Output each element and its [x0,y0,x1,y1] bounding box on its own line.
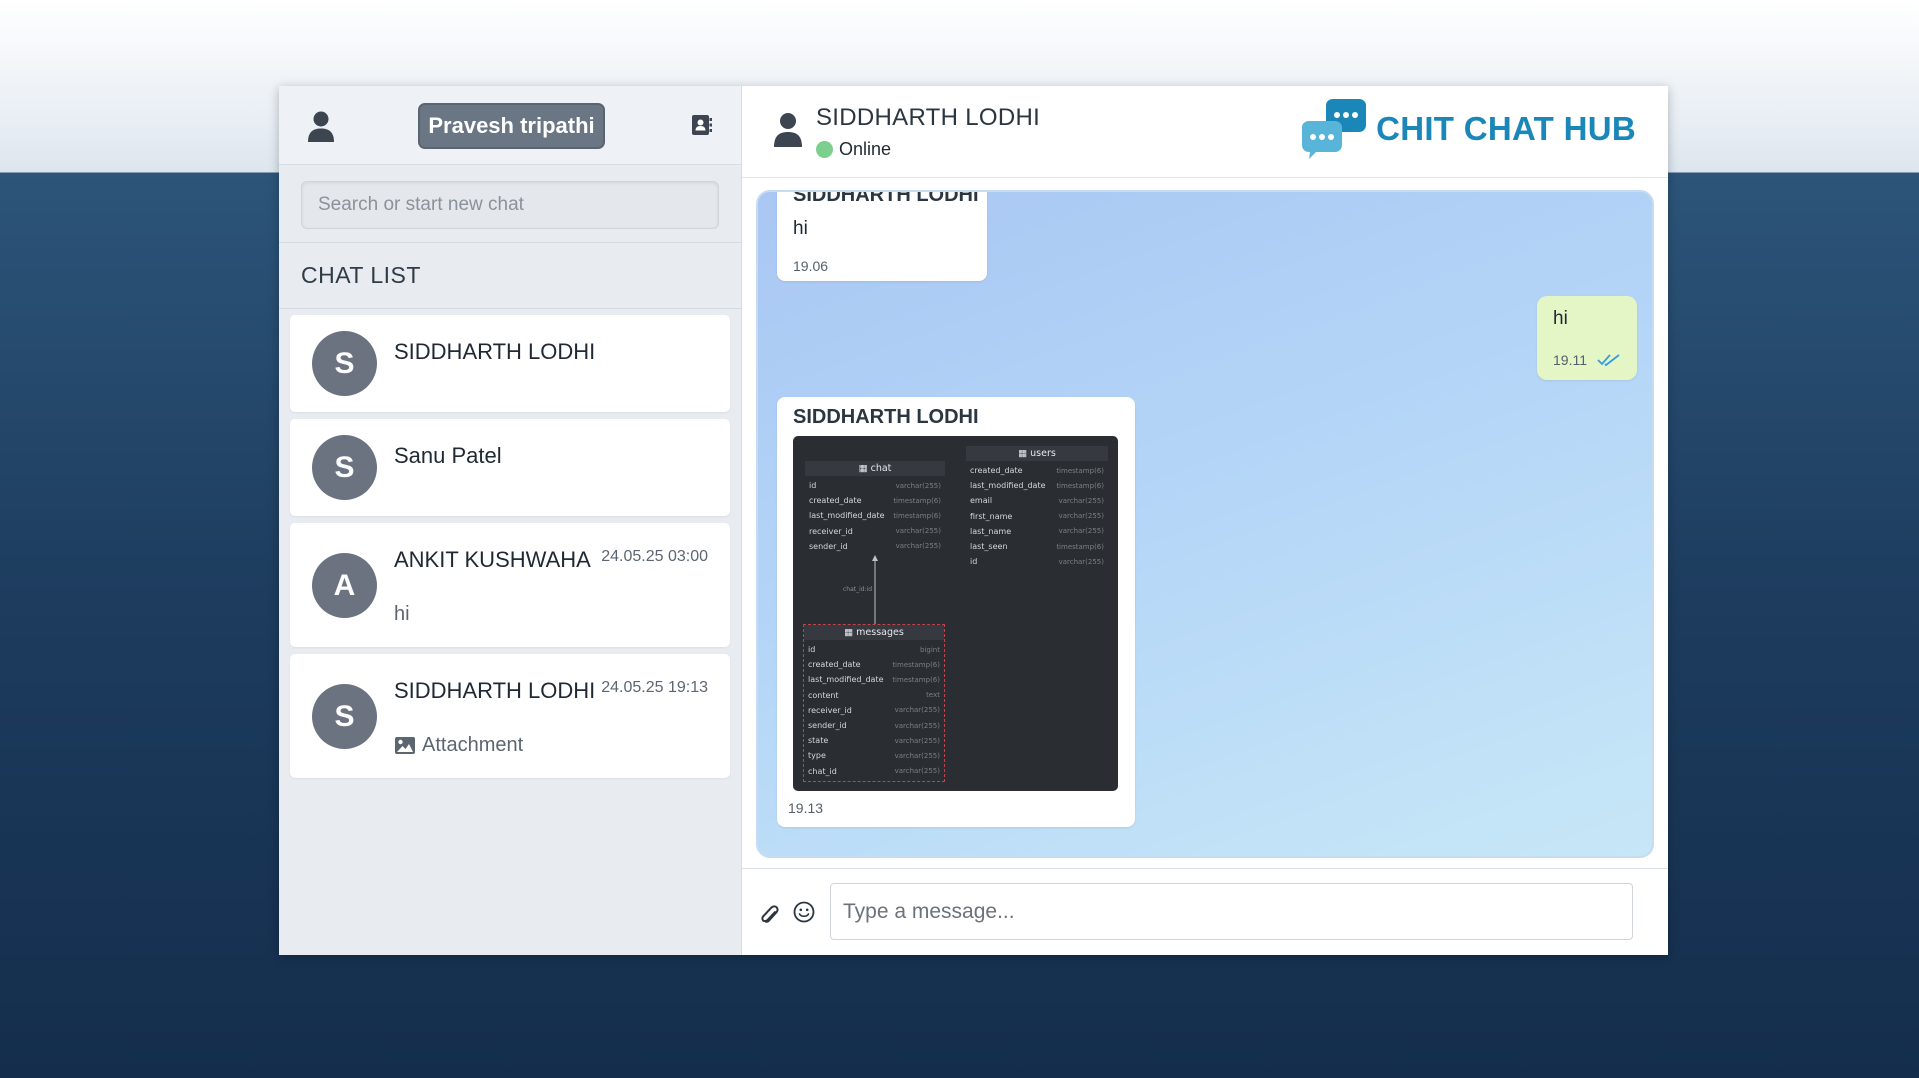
schema-field: state varchar(255) [804,733,944,748]
schema-field: created_date timestamp(6) [804,657,944,672]
field-name: state [808,736,829,746]
peer-name: SIDDHARTH LODHI [816,104,1041,131]
schema-field: type varchar(255) [804,748,944,763]
chat-list-title: CHAT LIST [279,243,741,309]
field-type: varchar(255) [894,721,940,730]
field-type: varchar(255) [894,736,940,745]
field-name: sender_id [808,721,847,731]
last-message-text: Attachment [422,734,524,756]
message-text: hi [1553,308,1568,329]
chat-last-message: Attachment [394,734,523,757]
field-name: id [808,645,816,655]
schema-field: chat_id varchar(255) [804,764,944,779]
avatar: A [312,553,377,618]
chat-list-item[interactable]: A ANKIT KUSHWAHA 24.05.25 03:00 hi [290,523,730,647]
relation-label: chat_id:id [843,586,873,593]
field-type: text [926,691,940,700]
chat-name: Sanu Patel [394,443,502,468]
user-icon[interactable] [307,111,335,143]
chat-list-item[interactable]: S Sanu Patel [290,419,730,516]
schema-field: content text [804,688,944,703]
message-text: hi [793,218,808,239]
chat-app-window: Pravesh tripathi CHAT LIST S SIDDHARTH L… [279,86,1668,955]
search-input[interactable] [301,181,719,229]
conversation-panel: SIDDHARTH LODHI Online CHIT CHAT HUB SID… [742,86,1668,955]
outgoing-message: hi 19.11 [1537,296,1637,380]
attachment-image[interactable]: ▦ chat id varchar(255) created_date timest… [793,436,1118,791]
schema-field: receiver_id varchar(255) [804,703,944,718]
double-check-icon [1597,354,1620,367]
message-composer [742,868,1668,955]
schema-table-title: ▦ messages [804,625,944,640]
message-time: 19.11 [1553,352,1587,368]
paperclip-icon[interactable] [760,901,780,925]
schema-field: last_modified_date timestamp(6) [804,672,944,687]
field-type: timestamp(6) [892,660,940,669]
chat-bubbles-logo-icon [1302,99,1367,159]
field-name: chat_id [808,766,837,776]
brand: CHIT CHAT HUB [1302,99,1636,159]
contacts-icon[interactable] [691,114,713,136]
chat-timestamp: 24.05.25 19:13 [601,679,708,696]
message-input[interactable] [830,883,1633,940]
current-user-button[interactable]: Pravesh tripathi [418,103,605,149]
search-section [279,165,741,243]
field-name: last_modified_date [808,675,884,685]
chat-timestamp: 24.05.25 03:00 [601,548,708,565]
avatar: S [312,331,377,396]
online-dot [816,141,833,158]
message-area[interactable]: SIDDHARTH LODHI hi 19.06 hi 19.11 SIDDHA… [756,190,1654,858]
chat-list: S SIDDHARTH LODHI S Sanu Patel A ANKIT K… [279,309,741,791]
chat-list-item[interactable]: S SIDDHARTH LODHI [290,315,730,412]
sidebar-header: Pravesh tripathi [279,86,741,165]
chat-list-item[interactable]: S SIDDHARTH LODHI 24.05.25 19:13 Attachm… [290,654,730,778]
emoji-icon[interactable] [793,901,815,923]
field-type: varchar(255) [894,706,940,715]
field-name: created_date [808,660,861,670]
avatar: S [312,684,377,749]
schema-field: sender_id varchar(255) [804,718,944,733]
chat-name: SIDDHARTH LODHI [394,339,596,364]
field-name: receiver_id [808,705,852,715]
field-name: content [808,690,839,700]
chat-name: SIDDHARTH LODHI [394,678,596,703]
message-sender: SIDDHARTH LODHI [793,406,979,428]
image-icon [395,737,415,754]
sidebar: Pravesh tripathi CHAT LIST S SIDDHARTH L… [279,86,742,955]
chat-name: ANKIT KUSHWAHA [394,547,591,572]
incoming-image-message: SIDDHARTH LODHI ▦ chat id varchar(255) cr… [777,397,1135,827]
field-type: timestamp(6) [892,675,940,684]
schema-field: id bigint [804,642,944,657]
peer-status-text: Online [839,139,892,159]
conversation-header: SIDDHARTH LODHI Online CHIT CHAT HUB [742,86,1668,178]
last-message-text: hi [394,603,410,625]
message-time: 19.13 [788,800,824,816]
avatar: S [312,435,377,500]
message-time: 19.06 [793,258,829,274]
chat-last-message: hi [394,603,410,626]
incoming-message: SIDDHARTH LODHI hi 19.06 [777,190,987,281]
peer-status: Online [816,139,891,160]
field-name: type [808,751,826,761]
peer-user-icon[interactable] [773,112,803,148]
schema-table-name: messages [856,627,904,638]
message-sender: SIDDHARTH LODHI [793,190,979,206]
schema-table-messages: ▦ messages id bigint created_date timestam… [803,624,945,782]
field-type: bigint [920,645,940,654]
brand-name: CHIT CHAT HUB [1376,110,1636,147]
field-type: varchar(255) [894,767,940,776]
field-type: varchar(255) [894,751,940,760]
